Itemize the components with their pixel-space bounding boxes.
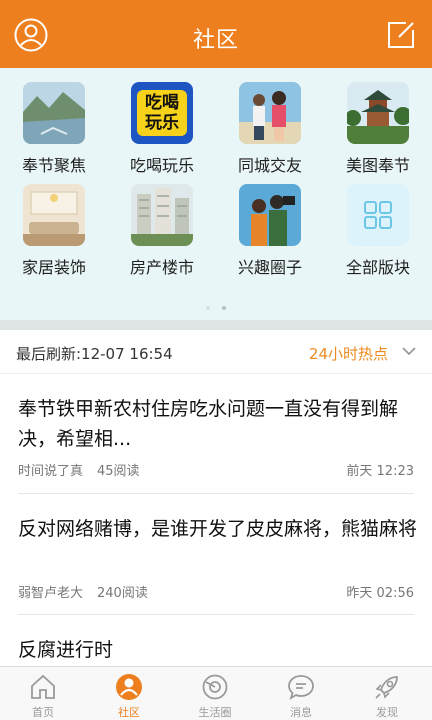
page-title: 社区 [192, 28, 239, 53]
page-dot-active[interactable] [222, 306, 226, 310]
life-circle-icon [202, 674, 228, 700]
forum-item-interest-circle[interactable]: 兴趣圈子 [216, 170, 324, 277]
forum-label: 兴趣圈子 [237, 258, 302, 277]
forum-item-all-sections[interactable]: 全部版块 [324, 170, 432, 277]
tab-messages[interactable]: 消息 [258, 667, 344, 720]
post-item[interactable]: 反腐进行时 [0, 615, 432, 666]
tab-label: 发现 [376, 706, 398, 719]
tab-label: 社区 [118, 706, 140, 719]
river-photo-icon [23, 82, 85, 144]
pavilion-photo-icon [347, 82, 409, 144]
tab-community[interactable]: 社区 [86, 667, 172, 720]
tab-home[interactable]: 首页 [0, 667, 86, 720]
top-app-bar: 社区 [0, 0, 432, 68]
post-read-count: 240阅读 [97, 586, 148, 601]
forum-label: 房产楼市 [129, 258, 194, 277]
post-item[interactable]: 奉节铁甲新农村住房吃水问题一直没有得到解决，希望相... 时间说了真 45阅读 … [0, 374, 432, 494]
forum-label: 家居装饰 [21, 258, 86, 277]
tab-discover[interactable]: 发现 [344, 667, 430, 720]
post-title[interactable]: 奉节铁甲新农村住房吃水问题一直没有得到解决，希望相... [18, 394, 418, 454]
forum-item-beautiful-fengjie[interactable]: 美图奉节 [324, 68, 432, 175]
tab-label: 消息 [290, 706, 312, 719]
chevron-down-icon[interactable] [402, 346, 416, 356]
food-fun-badge-icon: 吃喝玩乐 [131, 82, 193, 144]
page-dot[interactable] [206, 306, 210, 310]
camera-people-photo-icon [239, 184, 301, 246]
post-author[interactable]: 弱智卢老大 [18, 582, 83, 601]
tab-label: 生活圈 [198, 706, 232, 719]
message-icon [288, 675, 314, 700]
forum-item-local-friends[interactable]: 同城交友 [216, 68, 324, 175]
forum-label: 全部版块 [345, 258, 410, 277]
compose-post-icon[interactable] [386, 20, 416, 50]
page-indicator [0, 295, 432, 314]
post-author[interactable]: 时间说了真 [18, 460, 83, 479]
post-time: 前天 12:23 [346, 464, 414, 479]
buildings-photo-icon [131, 184, 193, 246]
forum-item-real-estate[interactable]: 房产楼市 [108, 170, 216, 277]
badge-text: 吃喝玩乐 [145, 93, 179, 133]
post-item[interactable]: 反对网络赌博，是谁开发了皮皮麻将，熊猫麻将 弱智卢老大 240阅读 昨天 02:… [0, 494, 432, 615]
post-title[interactable]: 反对网络赌博，是谁开发了皮皮麻将，熊猫麻将 [18, 514, 418, 544]
last-refresh-time: 最后刷新:12-07 16:54 [16, 345, 173, 363]
forum-item-fengjie-focus[interactable]: 奉节聚焦 [0, 68, 108, 175]
bottom-tab-bar: 首页 社区 生活圈 消息 发现 [0, 666, 432, 720]
post-time: 昨天 02:56 [346, 586, 414, 601]
refresh-bar: 最后刷新:12-07 16:54 24小时热点 [0, 330, 432, 374]
post-read-count: 45阅读 [97, 464, 140, 479]
interior-photo-icon [23, 184, 85, 246]
tab-label: 首页 [32, 706, 54, 719]
forum-grid-panel: 奉节聚焦 吃喝玩乐 吃喝玩乐 同城交友 美图奉节 家居装饰 房产楼市 兴趣圈子 … [0, 68, 432, 320]
post-title[interactable]: 反腐进行时 [18, 635, 418, 665]
couple-photo-icon [239, 82, 301, 144]
forum-item-food-fun[interactable]: 吃喝玩乐 吃喝玩乐 [108, 68, 216, 175]
home-icon [31, 674, 55, 699]
community-icon [116, 674, 142, 700]
forum-item-home-decor[interactable]: 家居装饰 [0, 170, 108, 277]
section-separator [0, 320, 432, 330]
post-feed: 最后刷新:12-07 16:54 24小时热点 奉节铁甲新农村住房吃水问题一直没… [0, 330, 432, 666]
tab-life-circle[interactable]: 生活圈 [172, 667, 258, 720]
grid-icon [347, 184, 409, 246]
hot-filter-dropdown[interactable]: 24小时热点 [309, 343, 388, 364]
rocket-icon [375, 676, 398, 699]
